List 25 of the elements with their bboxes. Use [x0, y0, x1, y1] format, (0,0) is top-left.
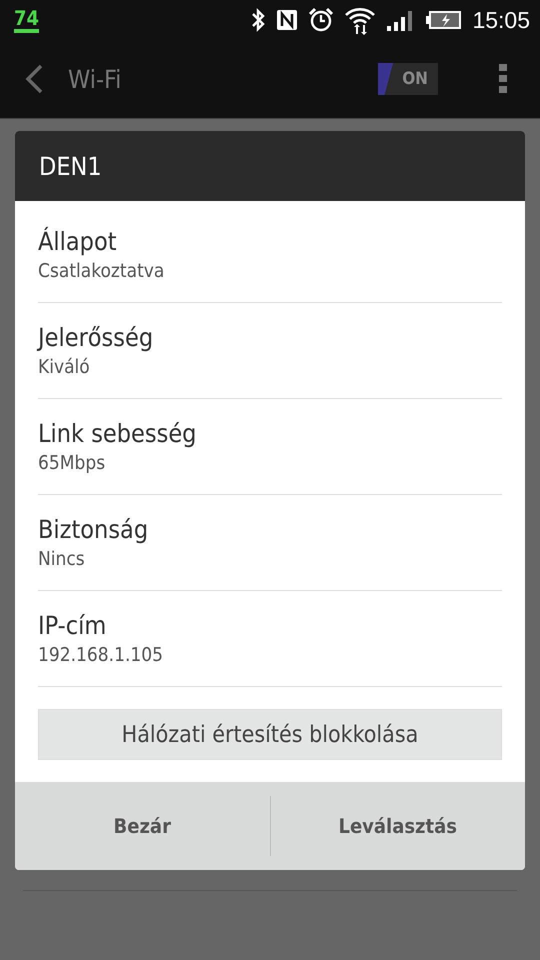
field-value: Csatlakoztatva	[38, 260, 166, 282]
field-value: 65Mbps	[38, 452, 106, 474]
field-label: Link sebesség	[38, 419, 198, 448]
battery-icon	[426, 10, 462, 30]
wifi-icon	[344, 5, 376, 35]
notification-badge: 74	[14, 7, 40, 33]
nfc-icon	[276, 9, 298, 31]
more-options-icon[interactable]	[498, 63, 508, 95]
back-icon[interactable]	[24, 64, 44, 94]
field-label: IP-cím	[38, 611, 108, 640]
screen-title: Wi-Fi	[68, 64, 122, 94]
field-label: Jelerősség	[38, 323, 154, 352]
field-label: Állapot	[38, 227, 118, 256]
block-notification-button[interactable]: Hálózati értesítés blokkolása	[38, 709, 502, 760]
field-value: Nincs	[38, 548, 86, 570]
dialog-button[interactable]: Bezár	[15, 796, 270, 856]
bluetooth-icon	[250, 8, 266, 32]
clock-time: 15:05	[472, 6, 530, 34]
alarm-clock-icon	[308, 7, 334, 33]
wifi-toggle[interactable]: ON	[378, 63, 438, 95]
field-value: 192.168.1.105	[38, 644, 164, 666]
field-value: Kiváló	[38, 356, 91, 378]
dialog-title: DEN1	[15, 131, 525, 201]
field-label: Biztonság	[38, 515, 150, 544]
dialog-button[interactable]: Leválasztás	[270, 796, 525, 856]
